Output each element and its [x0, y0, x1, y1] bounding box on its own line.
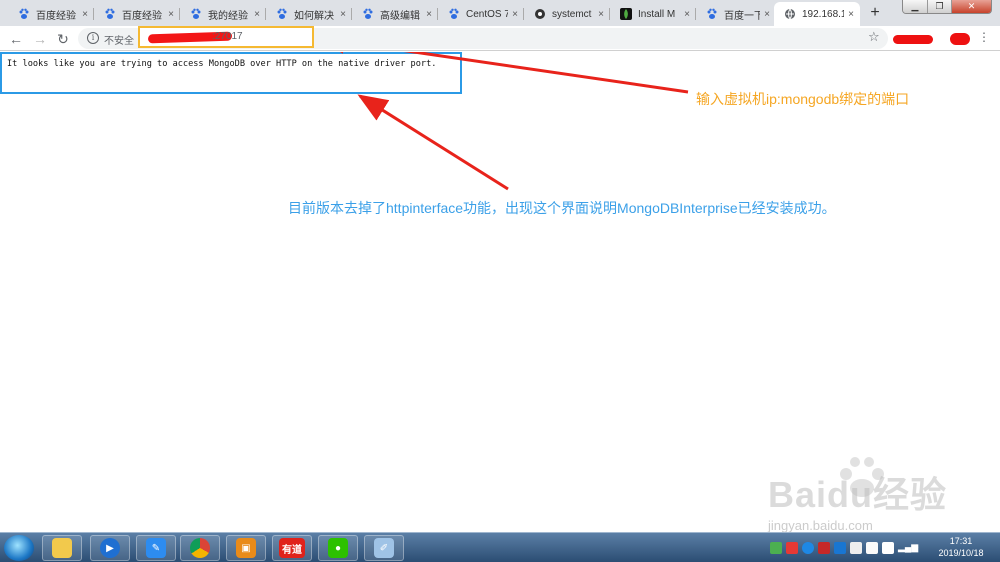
watermark-logo: Baidu经验 — [768, 474, 948, 515]
volume-icon[interactable]: ♪ — [914, 542, 926, 554]
tray-icon[interactable] — [834, 542, 846, 554]
vmware-icon: ▣ — [236, 538, 256, 558]
tray-icon[interactable] — [866, 542, 878, 554]
network-icon[interactable]: ▂▄▆ — [898, 542, 918, 554]
close-icon[interactable]: × — [254, 9, 260, 20]
close-icon[interactable]: × — [764, 9, 770, 20]
baidu-paw-icon — [362, 8, 374, 20]
feature-annotation: 目前版本去掉了httpinterface功能，出现这个界面说明MongoDBIn… — [288, 200, 836, 216]
menu-icon[interactable]: ⋮ — [978, 30, 990, 44]
close-icon[interactable]: × — [168, 9, 174, 20]
baidu-jingyan-watermark: Baidu经验 jingyan.baidu.com — [768, 454, 968, 544]
close-icon[interactable]: × — [684, 9, 690, 20]
tab-strip: 百度经验 × 百度经验 × 我的经验 × 如何解决 × 高级编辑 × CentO… — [0, 0, 1000, 26]
watermark-url: jingyan.baidu.com — [768, 518, 873, 533]
taskbar-app[interactable]: ● — [318, 535, 358, 561]
star-icon[interactable]: ☆ — [868, 29, 880, 45]
tab-title: Install M — [638, 8, 676, 20]
redacted-avatar — [950, 33, 970, 45]
redacted-extension — [893, 35, 933, 44]
mongodb-leaf-icon — [620, 8, 632, 20]
baidu-paw-icon — [104, 8, 116, 20]
system-tray: ▂▄▆ ♪ — [770, 539, 926, 557]
start-button[interactable] — [4, 535, 34, 561]
tray-icon[interactable] — [770, 542, 782, 554]
arrow-to-message — [357, 94, 509, 191]
feather-pen-icon: ✎ — [146, 538, 166, 558]
baidu-paw-icon — [276, 8, 288, 20]
close-window-button[interactable]: ✕ — [951, 0, 991, 13]
tab-advanced-edit[interactable]: 高级编辑 × — [352, 2, 438, 26]
chrome-icon — [190, 538, 210, 558]
tab-title: 高级编辑 — [380, 10, 420, 22]
tab-my-jingyan[interactable]: 我的经验 × — [180, 2, 266, 26]
tab-baidu-search[interactable]: 百度一下 × — [696, 2, 776, 26]
close-icon[interactable]: × — [426, 9, 432, 20]
security-label: 不安全 — [104, 36, 134, 47]
tab-title: systemct — [552, 8, 592, 20]
url-port: :27017 — [212, 31, 243, 42]
paint-icon: ✐ — [374, 538, 394, 558]
tab-systemctl[interactable]: systemct × — [524, 2, 610, 26]
close-icon[interactable]: × — [82, 9, 88, 20]
tray-icon[interactable] — [786, 542, 798, 554]
baidu-paw-icon — [190, 8, 202, 20]
taskbar-app[interactable]: ✐ — [364, 535, 404, 561]
close-icon[interactable]: × — [848, 9, 854, 20]
tray-icon[interactable] — [802, 542, 814, 554]
tab-baidu-jingyan-2[interactable]: 百度经验 × — [94, 2, 180, 26]
media-player-icon: ▶ — [100, 538, 120, 558]
url-highlight-box[interactable]: :27017 — [138, 26, 314, 48]
baidu-paw-icon — [448, 8, 460, 20]
close-icon[interactable]: × — [340, 9, 346, 20]
tray-icon[interactable] — [882, 542, 894, 554]
tab-active-mongodb-port[interactable]: 192.168.1 × — [774, 2, 860, 26]
github-icon — [534, 8, 546, 20]
close-icon[interactable]: × — [512, 9, 518, 20]
taskbar-app[interactable]: ▶ — [90, 535, 130, 561]
port-annotation: 输入虚拟机ip:mongodb绑定的端口 — [696, 91, 910, 107]
taskbar-app[interactable]: 有道 — [272, 535, 312, 561]
new-tab-button[interactable]: + — [865, 3, 885, 23]
file-explorer-icon — [52, 538, 72, 558]
tray-icon[interactable] — [850, 542, 862, 554]
youdao-icon: 有道 — [279, 538, 305, 558]
baidu-paw-icon — [18, 8, 30, 20]
tab-title: 我的经验 — [208, 10, 248, 22]
reload-button[interactable]: ↻ — [53, 29, 73, 49]
system-clock[interactable]: 17:31 2019/10/18 — [930, 535, 992, 559]
wechat-icon: ● — [328, 538, 348, 558]
tab-install-mongodb[interactable]: Install M × — [610, 2, 696, 26]
windows-taskbar: ▶ ✎ ▣ 有道 ● ✐ ▂▄▆ ♪ 17:31 2019/10/18 — [0, 532, 1000, 562]
tab-title: 192.168.1 — [802, 8, 845, 20]
tab-title: 百度经验 — [122, 10, 162, 22]
minimize-button[interactable]: ▁ — [903, 0, 927, 13]
browser-window: 百度经验 × 百度经验 × 我的经验 × 如何解决 × 高级编辑 × CentO… — [0, 0, 1000, 562]
taskbar-app[interactable] — [180, 535, 220, 561]
arrow-to-url — [315, 52, 689, 94]
tab-how-to-solve[interactable]: 如何解决 × — [266, 2, 352, 26]
restore-button[interactable]: ❐ — [927, 0, 951, 13]
tab-title: CentOS 7 — [466, 8, 509, 20]
tray-icon[interactable] — [818, 542, 830, 554]
taskbar-app[interactable]: ✎ — [136, 535, 176, 561]
info-icon[interactable]: i — [87, 32, 99, 44]
globe-icon — [784, 8, 796, 20]
tab-title: 百度一下 — [724, 10, 761, 22]
tab-baidu-jingyan-1[interactable]: 百度经验 × — [8, 2, 94, 26]
taskbar-app[interactable] — [42, 535, 82, 561]
baidu-paw-icon — [706, 8, 718, 20]
taskbar-app[interactable]: ▣ — [226, 535, 266, 561]
clock-date: 2019/10/18 — [938, 548, 984, 558]
page-content: It looks like you are trying to access M… — [0, 52, 1000, 533]
tab-title: 百度经验 — [36, 10, 76, 22]
close-icon[interactable]: × — [598, 9, 604, 20]
window-controls: ▁ ❐ ✕ — [902, 0, 992, 14]
forward-button[interactable]: → — [30, 29, 50, 49]
clock-time: 17:31 — [949, 536, 973, 546]
back-button[interactable]: ← — [6, 29, 26, 49]
tab-title: 如何解决 — [294, 10, 334, 22]
tab-centos[interactable]: CentOS 7 × — [438, 2, 524, 26]
